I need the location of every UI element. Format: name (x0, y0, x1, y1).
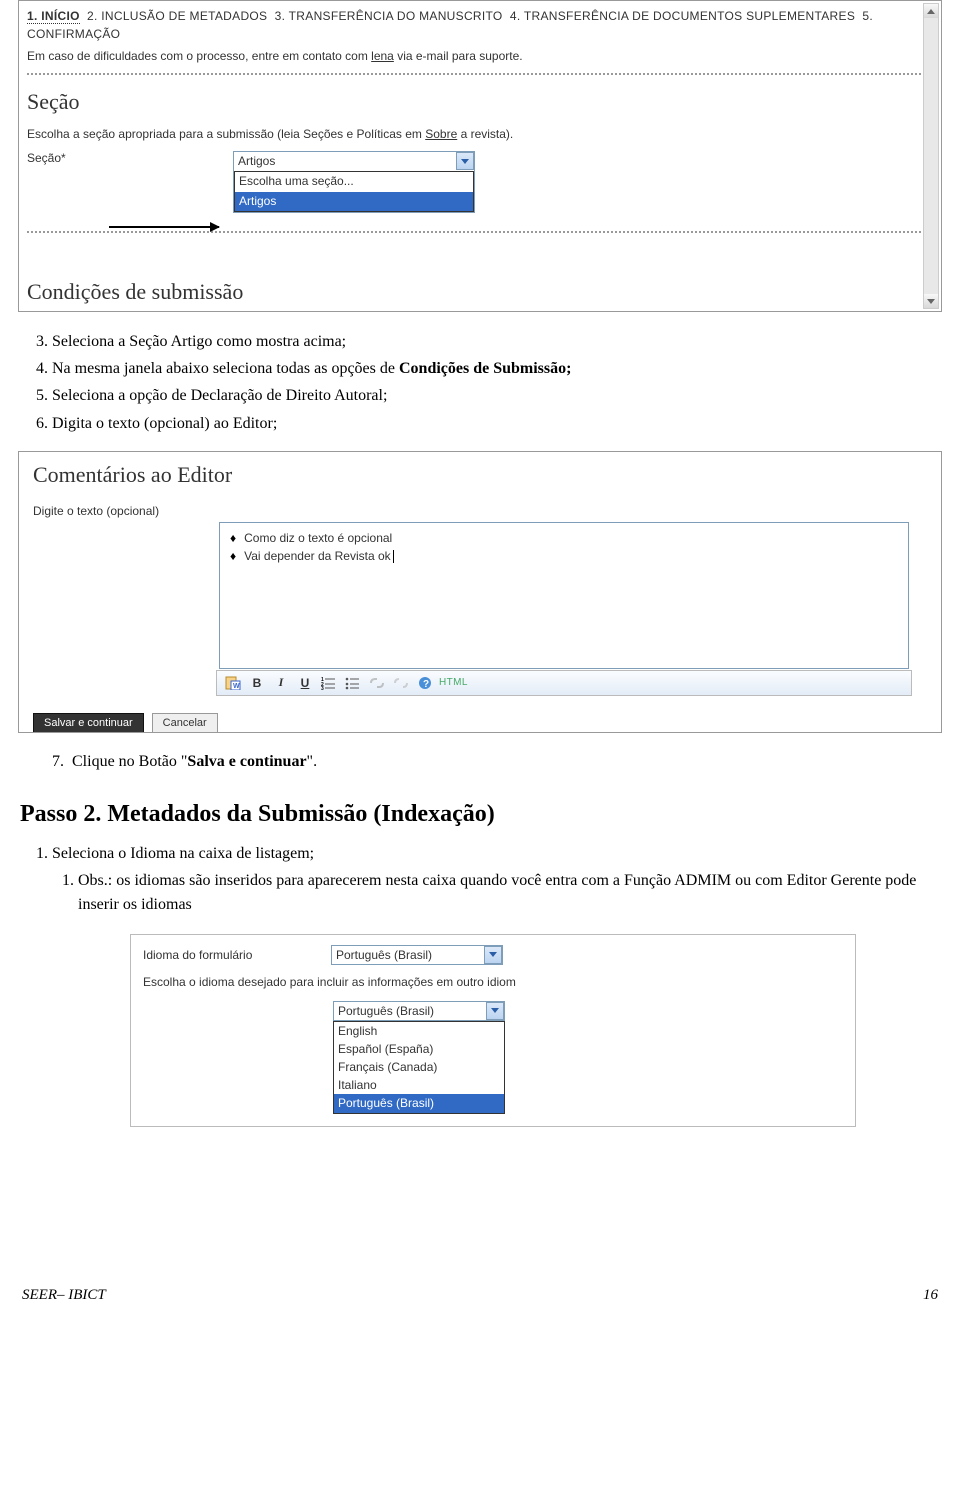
svg-text:?: ? (423, 679, 429, 690)
idioma-options-list[interactable]: English Español (España) Français (Canad… (333, 1021, 505, 1114)
unlink-icon[interactable] (391, 674, 411, 692)
screenshot-language-select: Idioma do formulário Português (Brasil) … (130, 934, 856, 1127)
passo-2-heading: Passo 2. Metadados da Submissão (Indexaç… (20, 801, 940, 828)
instruction-list-2: Seleciona o Idioma na caixa de listagem;… (28, 842, 942, 916)
idioma-option[interactable]: English (334, 1022, 504, 1040)
cancel-button[interactable]: Cancelar (152, 713, 218, 733)
italic-icon[interactable]: I (271, 674, 291, 692)
idioma-label: Idioma do formulário (143, 948, 321, 962)
text-caret (393, 550, 394, 563)
help-contact-link[interactable]: lena (371, 49, 394, 63)
chevron-down-icon[interactable] (484, 946, 502, 964)
comment-line: Vai depender da Revista ok (230, 547, 898, 565)
help-note: Em caso de dificuldades com o processo, … (19, 47, 941, 69)
list-bullet-icon[interactable] (343, 674, 363, 692)
svg-text:3: 3 (321, 686, 324, 690)
sobre-link[interactable]: Sobre (425, 127, 457, 141)
comment-line: Como diz o texto é opcional (230, 529, 898, 547)
idioma-select[interactable]: Português (Brasil) (331, 945, 503, 965)
screenshot-submission-start: 1. INÍCIO 2. INCLUSÃO DE METADADOS 3. TR… (18, 0, 942, 312)
secao-options-list[interactable]: Escolha uma seção... Artigos (234, 171, 474, 212)
instr-item: Seleciona a Seção Artigo como mostra aci… (52, 330, 942, 353)
instr-item: Digita o texto (opcional) ao Editor; (52, 412, 942, 435)
footer-right: 16 (923, 1287, 938, 1304)
comments-label: Digite o texto (opcional) (33, 504, 203, 518)
instr-sub-item: Obs.: os idiomas são inseridos para apar… (78, 869, 942, 915)
section-heading-condicoes: Condições de submissão (27, 279, 243, 305)
scrollbar[interactable] (923, 3, 939, 309)
footer-left: SEER– IBICT (22, 1287, 106, 1304)
secao-select[interactable]: Artigos Escolha uma seção... Artigos (233, 151, 475, 213)
step-4[interactable]: 4. TRANSFERÊNCIA DE DOCUMENTOS SUPLEMENT… (510, 9, 855, 23)
idioma-option[interactable]: Français (Canada) (334, 1058, 504, 1076)
callout-arrow (109, 226, 219, 228)
secao-selected-value: Artigos (238, 154, 275, 168)
comments-textarea[interactable]: Como diz o texto é opcional Vai depender… (219, 522, 909, 669)
instruction-list-1: Seleciona a Seção Artigo como mostra aci… (28, 330, 942, 435)
section-heading-secao: Seção (27, 89, 933, 115)
editor-toolbar: W B I U 123 ? HTML (216, 670, 912, 696)
idioma-option[interactable]: Italiano (334, 1076, 504, 1094)
comments-heading: Comentários ao Editor (33, 462, 927, 488)
submission-steps: 1. INÍCIO 2. INCLUSÃO DE METADADOS 3. TR… (19, 1, 941, 47)
save-continue-button[interactable]: Salvar e continuar (33, 713, 144, 733)
idioma-option[interactable]: Español (España) (334, 1040, 504, 1058)
step-2[interactable]: 2. INCLUSÃO DE METADADOS (87, 9, 267, 23)
idioma-selected-value: Português (Brasil) (336, 948, 432, 962)
list-numbered-icon[interactable]: 123 (319, 674, 339, 692)
secao-option[interactable]: Artigos (235, 192, 473, 212)
cropped-edge (715, 981, 855, 999)
section-help: Escolha a seção apropriada para a submis… (19, 123, 941, 151)
secao-option[interactable]: Escolha uma seção... (235, 172, 473, 192)
instr-item: Seleciona a opção de Declaração de Direi… (52, 384, 942, 407)
instr-item: Na mesma janela abaixo seleciona todas a… (52, 357, 942, 380)
idioma-select-open[interactable]: Português (Brasil) (333, 1001, 505, 1021)
bold-icon[interactable]: B (247, 674, 267, 692)
underline-icon[interactable]: U (295, 674, 315, 692)
instr-item-7: 7. Clique no Botão "Salva e continuar". (52, 751, 940, 773)
page-footer: SEER– IBICT 16 (18, 1287, 942, 1304)
step-1-inicio[interactable]: 1. INÍCIO (27, 9, 80, 24)
secao-label: Seção* (27, 151, 217, 165)
screenshot-editor-comments: Comentários ao Editor Digite o texto (op… (18, 451, 942, 733)
chevron-down-icon[interactable] (486, 1002, 504, 1020)
instr-item: Seleciona o Idioma na caixa de listagem;… (52, 842, 942, 916)
svg-text:W: W (233, 683, 240, 690)
paste-word-icon[interactable]: W (223, 674, 243, 692)
step-3[interactable]: 3. TRANSFERÊNCIA DO MANUSCRITO (275, 9, 503, 23)
idioma-option[interactable]: Português (Brasil) (334, 1094, 504, 1112)
html-source-icon[interactable]: HTML (439, 674, 468, 692)
help-icon[interactable]: ? (415, 674, 435, 692)
link-icon[interactable] (367, 674, 387, 692)
chevron-down-icon[interactable] (456, 152, 474, 170)
